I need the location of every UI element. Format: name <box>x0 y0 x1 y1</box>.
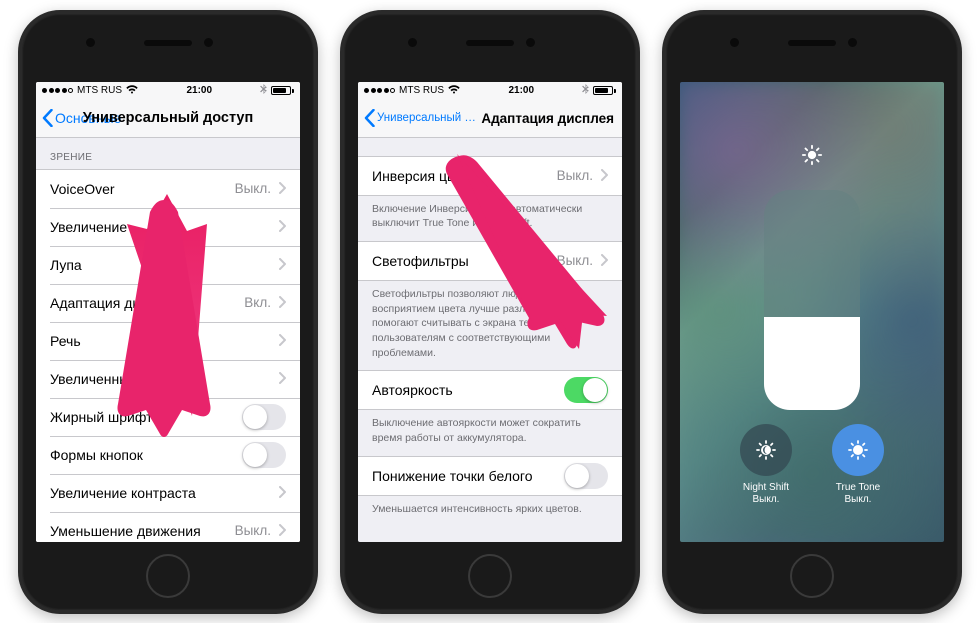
speaker-grill <box>466 40 514 46</box>
brightness-fill <box>764 317 860 409</box>
true-tone-button[interactable]: True Tone Выкл. <box>832 424 884 506</box>
settings-content: Инверсия цвета Выкл. Включение Инверсии … <box>358 138 622 542</box>
status-bar: MTS RUS 21:00 <box>358 82 622 100</box>
back-button[interactable]: Основные <box>42 109 121 127</box>
back-button[interactable]: Универсальный доступ <box>364 109 477 127</box>
screen-1: MTS RUS 21:00 Основные Универсальный д <box>36 82 300 542</box>
bluetooth-icon <box>260 84 267 97</box>
home-button[interactable] <box>146 554 190 598</box>
night-shift-button[interactable]: Night Shift Выкл. <box>740 424 792 506</box>
chevron-right-icon <box>271 219 286 235</box>
speaker-grill <box>788 40 836 46</box>
row-white-point[interactable]: Понижение точки белого <box>358 457 622 495</box>
list-auto-brightness: Автояркость <box>358 370 622 410</box>
list-white-point: Понижение точки белого <box>358 456 622 496</box>
list-invert: Инверсия цвета Выкл. <box>358 156 622 196</box>
toggle-button-shapes[interactable] <box>242 442 286 468</box>
row-display-accommodations[interactable]: Адаптация дисплея Вкл. <box>36 284 300 322</box>
row-speech[interactable]: Речь <box>36 322 300 360</box>
brightness-icon <box>801 144 823 171</box>
control-center-screen: Night Shift Выкл. True Tone Выкл. <box>680 82 944 542</box>
battery-icon <box>271 86 294 95</box>
wifi-icon <box>126 85 138 97</box>
screen-2: MTS RUS 21:00 Универсальный доступ Ада <box>358 82 622 542</box>
chevron-right-icon <box>593 168 608 184</box>
sensor-dot <box>526 38 535 47</box>
signal-icon <box>364 88 395 93</box>
row-reduce-motion[interactable]: Уменьшение движения Выкл. <box>36 512 300 542</box>
true-tone-title: True Tone <box>836 482 880 493</box>
phone-mockup-1: MTS RUS 21:00 Основные Универсальный д <box>18 10 318 614</box>
true-tone-sub: Выкл. <box>845 494 872 505</box>
phone-mockup-3: Night Shift Выкл. True Tone Выкл. <box>662 10 962 614</box>
toggle-white-point[interactable] <box>564 463 608 489</box>
footer-color-filters: Светофильтры позволяют людям с плохим во… <box>358 281 622 370</box>
row-color-filters[interactable]: Светофильтры Выкл. <box>358 242 622 280</box>
list-vision: VoiceOver Выкл. Увеличение Лупа Адаптаци… <box>36 169 300 542</box>
camera-dot <box>86 38 95 47</box>
chevron-right-icon <box>271 295 286 311</box>
home-button[interactable] <box>468 554 512 598</box>
brightness-slider[interactable] <box>764 190 860 410</box>
row-auto-brightness[interactable]: Автояркость <box>358 371 622 409</box>
chevron-right-icon <box>271 333 286 349</box>
chevron-right-icon <box>271 257 286 273</box>
back-label: Основные <box>55 110 121 126</box>
row-invert-colors[interactable]: Инверсия цвета Выкл. <box>358 157 622 195</box>
camera-dot <box>408 38 417 47</box>
footer-invert: Включение Инверсии цвета автоматически в… <box>358 196 622 241</box>
carrier-label: MTS RUS <box>399 85 444 96</box>
bluetooth-icon <box>582 84 589 97</box>
clock: 21:00 <box>186 85 212 96</box>
sensor-dot <box>204 38 213 47</box>
chevron-right-icon <box>271 523 286 539</box>
sensor-dot <box>848 38 857 47</box>
row-larger-text[interactable]: Увеличенный текст <box>36 360 300 398</box>
night-shift-sub: Выкл. <box>753 494 780 505</box>
night-shift-title: Night Shift <box>743 482 789 493</box>
row-voiceover[interactable]: VoiceOver Выкл. <box>36 170 300 208</box>
status-bar: MTS RUS 21:00 <box>36 82 300 100</box>
row-magnifier[interactable]: Лупа <box>36 246 300 284</box>
signal-icon <box>42 88 73 93</box>
home-button[interactable] <box>790 554 834 598</box>
list-color-filters: Светофильтры Выкл. <box>358 241 622 281</box>
camera-dot <box>730 38 739 47</box>
nav-bar: Основные Универсальный доступ <box>36 100 300 138</box>
footer-auto-brightness: Выключение автояркости может сократить в… <box>358 410 622 455</box>
settings-content: ЗРЕНИЕ VoiceOver Выкл. Увеличение Лупа А… <box>36 138 300 542</box>
nav-bar: Универсальный доступ Адаптация дисплея <box>358 100 622 138</box>
row-bold-text[interactable]: Жирный шрифт <box>36 398 300 436</box>
group-header-vision: ЗРЕНИЕ <box>36 138 300 169</box>
wifi-icon <box>448 85 460 97</box>
phone-mockup-2: MTS RUS 21:00 Универсальный доступ Ада <box>340 10 640 614</box>
battery-icon <box>593 86 616 95</box>
toggle-bold-text[interactable] <box>242 404 286 430</box>
back-label: Универсальный доступ <box>377 112 477 124</box>
row-increase-contrast[interactable]: Увеличение контраста <box>36 474 300 512</box>
chevron-right-icon <box>271 485 286 501</box>
chevron-right-icon <box>271 371 286 387</box>
toggle-auto-brightness[interactable] <box>564 377 608 403</box>
nav-title: Адаптация дисплея <box>474 111 614 126</box>
cc-buttons-row: Night Shift Выкл. True Tone Выкл. <box>680 424 944 506</box>
footer-white-point: Уменьшается интенсивность ярких цветов. <box>358 496 622 527</box>
chevron-right-icon <box>271 181 286 197</box>
row-button-shapes[interactable]: Формы кнопок <box>36 436 300 474</box>
carrier-label: MTS RUS <box>77 85 122 96</box>
clock: 21:00 <box>508 85 534 96</box>
chevron-right-icon <box>593 253 608 269</box>
speaker-grill <box>144 40 192 46</box>
row-zoom[interactable]: Увеличение <box>36 208 300 246</box>
